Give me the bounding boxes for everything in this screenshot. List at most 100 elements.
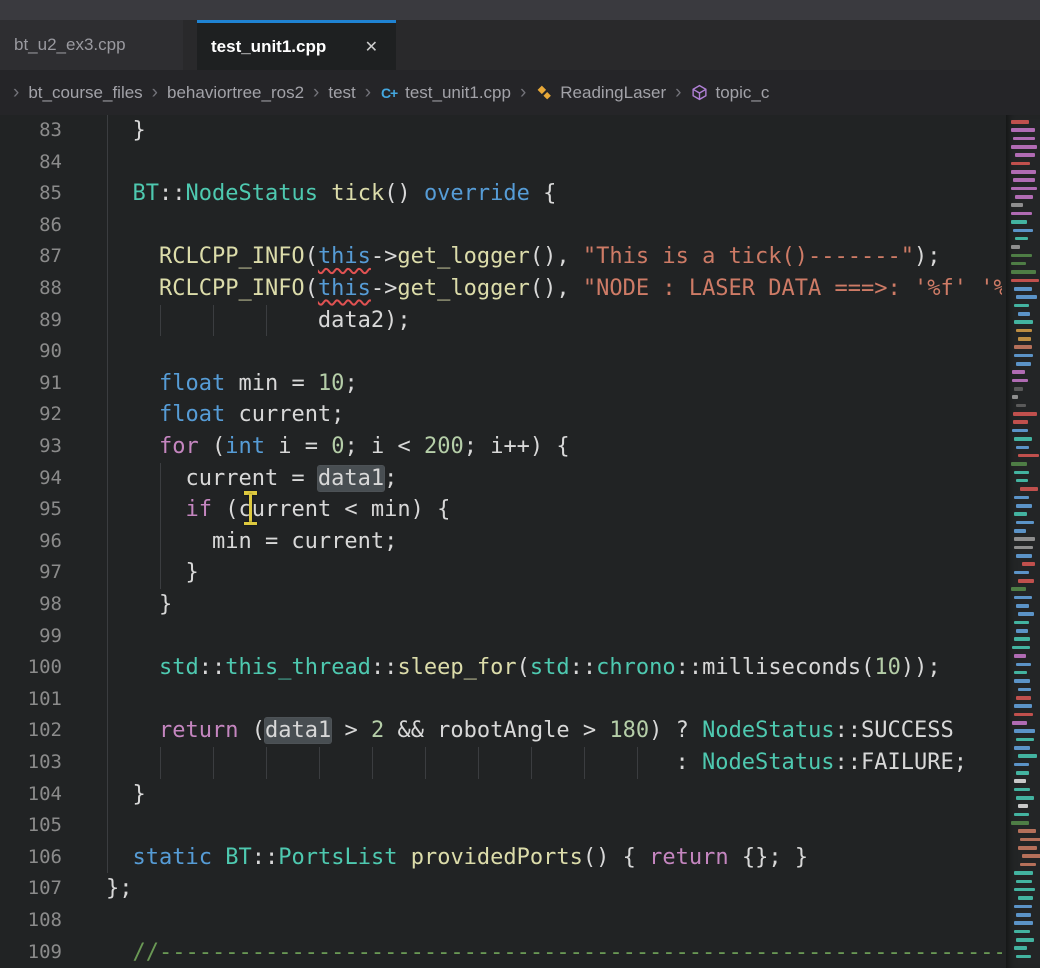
code-line[interactable]: 95 if (current < min) { <box>0 494 1002 526</box>
code-text: current = data1; <box>106 463 397 495</box>
code-line[interactable]: 106 static BT::PortsList providedPorts()… <box>0 842 1002 874</box>
line-number[interactable]: 90 <box>0 336 62 368</box>
line-number[interactable]: 87 <box>0 241 62 273</box>
code-line[interactable]: 90 <box>0 336 1002 368</box>
minimap-line <box>1014 471 1029 475</box>
line-number[interactable]: 86 <box>0 210 62 242</box>
minimap-line <box>1011 220 1027 224</box>
line-number[interactable]: 99 <box>0 621 62 653</box>
line-number[interactable]: 101 <box>0 684 62 716</box>
minimap-line <box>1014 888 1035 892</box>
minimap-line <box>1016 521 1034 525</box>
breadcrumb-item[interactable]: C+test_unit1.cpp <box>380 83 511 103</box>
code-line[interactable]: 86 <box>0 210 1002 242</box>
code-line[interactable]: 83 } <box>0 115 1002 147</box>
indent-guide <box>107 336 108 368</box>
breadcrumb-item[interactable]: topic_c <box>690 83 769 103</box>
code-line[interactable]: 107}; <box>0 873 1002 905</box>
minimap-line <box>1016 479 1028 483</box>
minimap[interactable] <box>1006 115 1040 968</box>
minimap-line <box>1014 345 1032 349</box>
minimap-line <box>1014 905 1032 909</box>
code-line[interactable]: 94 current = data1; <box>0 463 1002 495</box>
minimap-line <box>1016 938 1034 942</box>
line-number[interactable]: 93 <box>0 431 62 463</box>
editor[interactable]: 83 }8485 BT::NodeStatus tick() override … <box>0 115 1040 968</box>
code-line[interactable]: 98 } <box>0 589 1002 621</box>
line-number[interactable]: 85 <box>0 178 62 210</box>
code-text: } <box>106 557 199 589</box>
line-number[interactable]: 100 <box>0 652 62 684</box>
line-number[interactable]: 103 <box>0 747 62 779</box>
code-area[interactable]: 83 }8485 BT::NodeStatus tick() override … <box>0 115 1002 968</box>
code-text: data2); <box>106 305 411 337</box>
line-number[interactable]: 107 <box>0 873 62 905</box>
minimap-line <box>1014 746 1030 750</box>
code-line[interactable]: 92 float current; <box>0 399 1002 431</box>
close-icon[interactable]: ✕ <box>361 35 382 59</box>
line-number[interactable]: 106 <box>0 842 62 874</box>
line-number[interactable]: 92 <box>0 399 62 431</box>
line-number[interactable]: 88 <box>0 273 62 305</box>
code-line[interactable]: 84 <box>0 147 1002 179</box>
code-line[interactable]: 104 } <box>0 779 1002 811</box>
tab-bar: bt_u2_ex3.cpp test_unit1.cpp ✕ <box>0 20 1040 70</box>
code-line[interactable]: 89 data2); <box>0 305 1002 337</box>
minimap-line <box>1020 863 1036 867</box>
code-line[interactable]: 103 : NodeStatus::FAILURE; <box>0 747 1002 779</box>
code-line[interactable]: 109 //----------------------------------… <box>0 937 1002 968</box>
chevron-right-icon: › <box>520 82 526 104</box>
line-number[interactable]: 108 <box>0 905 62 937</box>
minimap-line <box>1018 612 1034 616</box>
minimap-line <box>1016 771 1029 775</box>
line-number[interactable]: 97 <box>0 557 62 589</box>
code-line[interactable]: 102 return (data1 > 2 && robotAngle > 18… <box>0 715 1002 747</box>
breadcrumb-item[interactable]: behaviortree_ros2 <box>167 83 304 103</box>
line-number[interactable]: 105 <box>0 810 62 842</box>
line-number[interactable]: 94 <box>0 463 62 495</box>
minimap-line <box>1013 420 1028 424</box>
line-number[interactable]: 98 <box>0 589 62 621</box>
breadcrumb-label: test <box>328 83 355 103</box>
line-number[interactable]: 84 <box>0 147 62 179</box>
breadcrumb-item[interactable]: bt_course_files <box>28 83 142 103</box>
code-line[interactable]: 87 RCLCPP_INFO(this->get_logger(), "This… <box>0 241 1002 273</box>
minimap-line <box>1014 437 1032 441</box>
line-number[interactable]: 89 <box>0 305 62 337</box>
code-line[interactable]: 101 <box>0 684 1002 716</box>
minimap-line <box>1013 412 1037 416</box>
code-line[interactable]: 88 RCLCPP_INFO(this->get_logger(), "NODE… <box>0 273 1002 305</box>
line-number[interactable]: 102 <box>0 715 62 747</box>
chevron-right-icon: › <box>152 82 158 104</box>
code-line[interactable]: 91 float min = 10; <box>0 368 1002 400</box>
code-line[interactable]: 100 std::this_thread::sleep_for(std::chr… <box>0 652 1002 684</box>
breadcrumb-item[interactable]: test <box>328 83 355 103</box>
tab-bt-u2-ex3[interactable]: bt_u2_ex3.cpp <box>0 20 183 70</box>
minimap-line <box>1020 487 1038 491</box>
code-line[interactable]: 85 BT::NodeStatus tick() override { <box>0 178 1002 210</box>
code-text: RCLCPP_INFO(this->get_logger(), "This is… <box>106 241 941 273</box>
code-text: } <box>106 115 146 147</box>
line-number[interactable]: 95 <box>0 494 62 526</box>
tab-test-unit1[interactable]: test_unit1.cpp ✕ <box>197 20 396 70</box>
code-line[interactable]: 96 min = current; <box>0 526 1002 558</box>
breadcrumb-item[interactable]: ReadingLaser <box>535 83 666 103</box>
minimap-line <box>1012 646 1030 650</box>
minimap-line <box>1018 804 1028 808</box>
line-number[interactable]: 104 <box>0 779 62 811</box>
line-number[interactable]: 96 <box>0 526 62 558</box>
line-number[interactable]: 91 <box>0 368 62 400</box>
minimap-line <box>1015 195 1033 199</box>
minimap-line <box>1014 621 1029 625</box>
code-line[interactable]: 93 for (int i = 0; i < 200; i++) { <box>0 431 1002 463</box>
code-line[interactable]: 105 <box>0 810 1002 842</box>
code-line[interactable]: 108 <box>0 905 1002 937</box>
code-text: min = current; <box>106 526 397 558</box>
line-number[interactable]: 109 <box>0 937 62 968</box>
minimap-line <box>1011 170 1036 174</box>
line-number[interactable]: 83 <box>0 115 62 147</box>
code-line[interactable]: 97 } <box>0 557 1002 589</box>
code-line[interactable]: 99 <box>0 621 1002 653</box>
minimap-line <box>1014 354 1033 358</box>
minimap-line <box>1014 512 1027 516</box>
